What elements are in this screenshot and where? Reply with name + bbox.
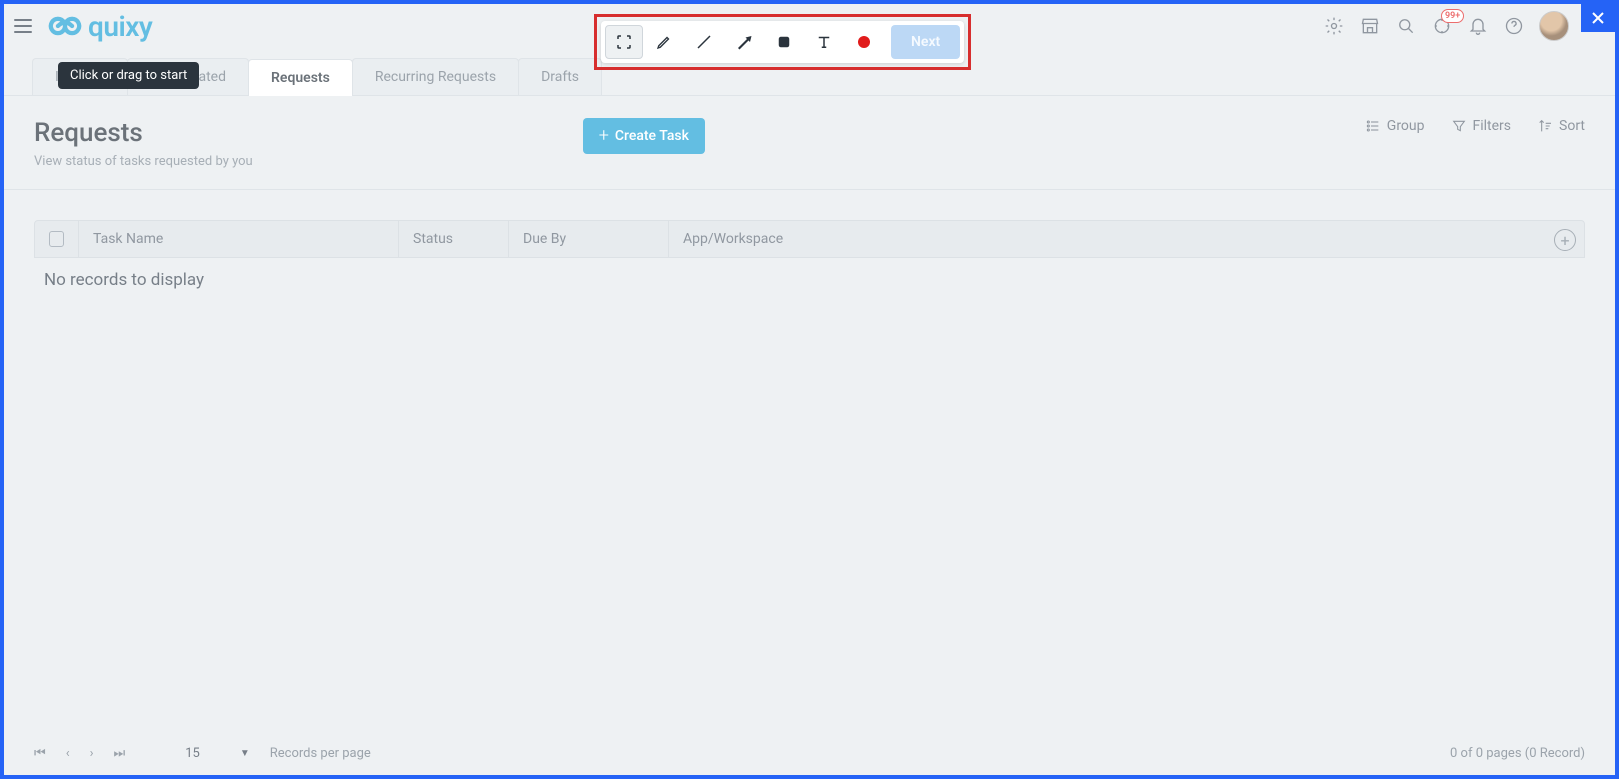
plus-icon: + <box>599 129 609 143</box>
pager-info: 0 of 0 pages (0 Record) <box>1450 746 1585 761</box>
col-task-name[interactable]: Task Name <box>79 221 399 257</box>
settings-icon[interactable] <box>1323 15 1345 37</box>
target-icon[interactable]: 99+ <box>1431 15 1453 37</box>
select-all-checkbox[interactable] <box>35 221 79 257</box>
caret-down-icon: ▼ <box>240 748 250 759</box>
rectangle-icon[interactable] <box>765 25 803 59</box>
requests-table: Task Name Status Due By App/Workspace + … <box>4 190 1615 302</box>
table-header: Task Name Status Due By App/Workspace + <box>34 220 1585 258</box>
text-icon[interactable] <box>805 25 843 59</box>
page-size-select[interactable]: 15 ▼ <box>185 746 250 761</box>
bell-icon[interactable] <box>1467 15 1489 37</box>
arrow-icon[interactable] <box>725 25 763 59</box>
next-button[interactable]: Next <box>891 25 960 59</box>
brand-mark-icon <box>48 14 82 38</box>
pager-last[interactable]: ⏭ <box>114 746 126 761</box>
col-status[interactable]: Status <box>399 221 509 257</box>
help-icon[interactable] <box>1503 15 1525 37</box>
page-subtitle: View status of tasks requested by you <box>34 154 253 169</box>
capture-region-icon[interactable] <box>605 25 643 59</box>
pencil-icon[interactable] <box>645 25 683 59</box>
add-column-button[interactable]: + <box>1554 229 1576 251</box>
tab-requests[interactable]: Requests <box>248 59 353 96</box>
pager: ⏮ ‹ › ⏭ 15 ▼ Records per page 0 of 0 pag… <box>34 746 1585 761</box>
brand-name: quixy <box>88 10 152 43</box>
create-task-button[interactable]: + Create Task <box>583 118 705 154</box>
sort-tool[interactable]: Sort <box>1537 118 1585 134</box>
brand-logo[interactable]: quixy <box>48 10 152 43</box>
notification-badge: 99+ <box>1441 9 1464 23</box>
user-avatar[interactable] <box>1539 11 1569 41</box>
pager-first[interactable]: ⏮ <box>34 746 46 761</box>
filters-tool[interactable]: Filters <box>1451 118 1512 134</box>
annotation-toolbar: Next <box>601 21 964 63</box>
page-heading-row: Requests View status of tasks requested … <box>4 96 1615 190</box>
pager-next[interactable]: › <box>90 746 94 761</box>
col-due-by[interactable]: Due By <box>509 221 669 257</box>
table-empty-message: No records to display <box>34 258 1585 302</box>
capture-tooltip: Click or drag to start <box>58 62 199 89</box>
tab-drafts[interactable]: Drafts <box>518 58 602 95</box>
menu-toggle[interactable] <box>14 13 40 39</box>
line-icon[interactable] <box>685 25 723 59</box>
search-icon[interactable] <box>1395 15 1417 37</box>
page-title: Requests <box>34 118 253 148</box>
col-app-workspace[interactable]: App/Workspace <box>669 221 1584 257</box>
group-tool[interactable]: Group <box>1365 118 1425 134</box>
annotation-toolbar-highlight: Next <box>594 14 971 70</box>
page-size-label: Records per page <box>270 746 371 761</box>
window-close-button[interactable] <box>1581 4 1615 32</box>
marketplace-icon[interactable] <box>1359 15 1381 37</box>
tab-recurring-requests[interactable]: Recurring Requests <box>352 58 519 95</box>
record-icon[interactable] <box>845 25 883 59</box>
pager-prev[interactable]: ‹ <box>66 746 70 761</box>
